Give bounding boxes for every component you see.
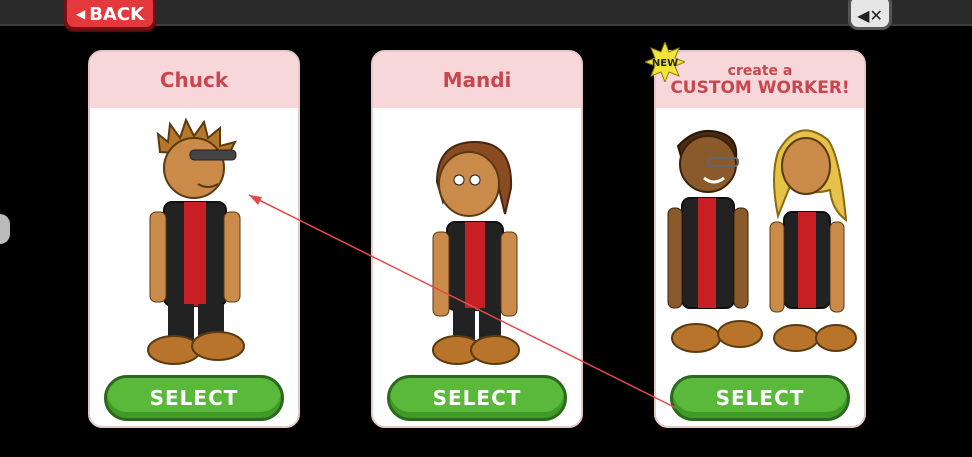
annotation-arrow <box>248 194 677 409</box>
